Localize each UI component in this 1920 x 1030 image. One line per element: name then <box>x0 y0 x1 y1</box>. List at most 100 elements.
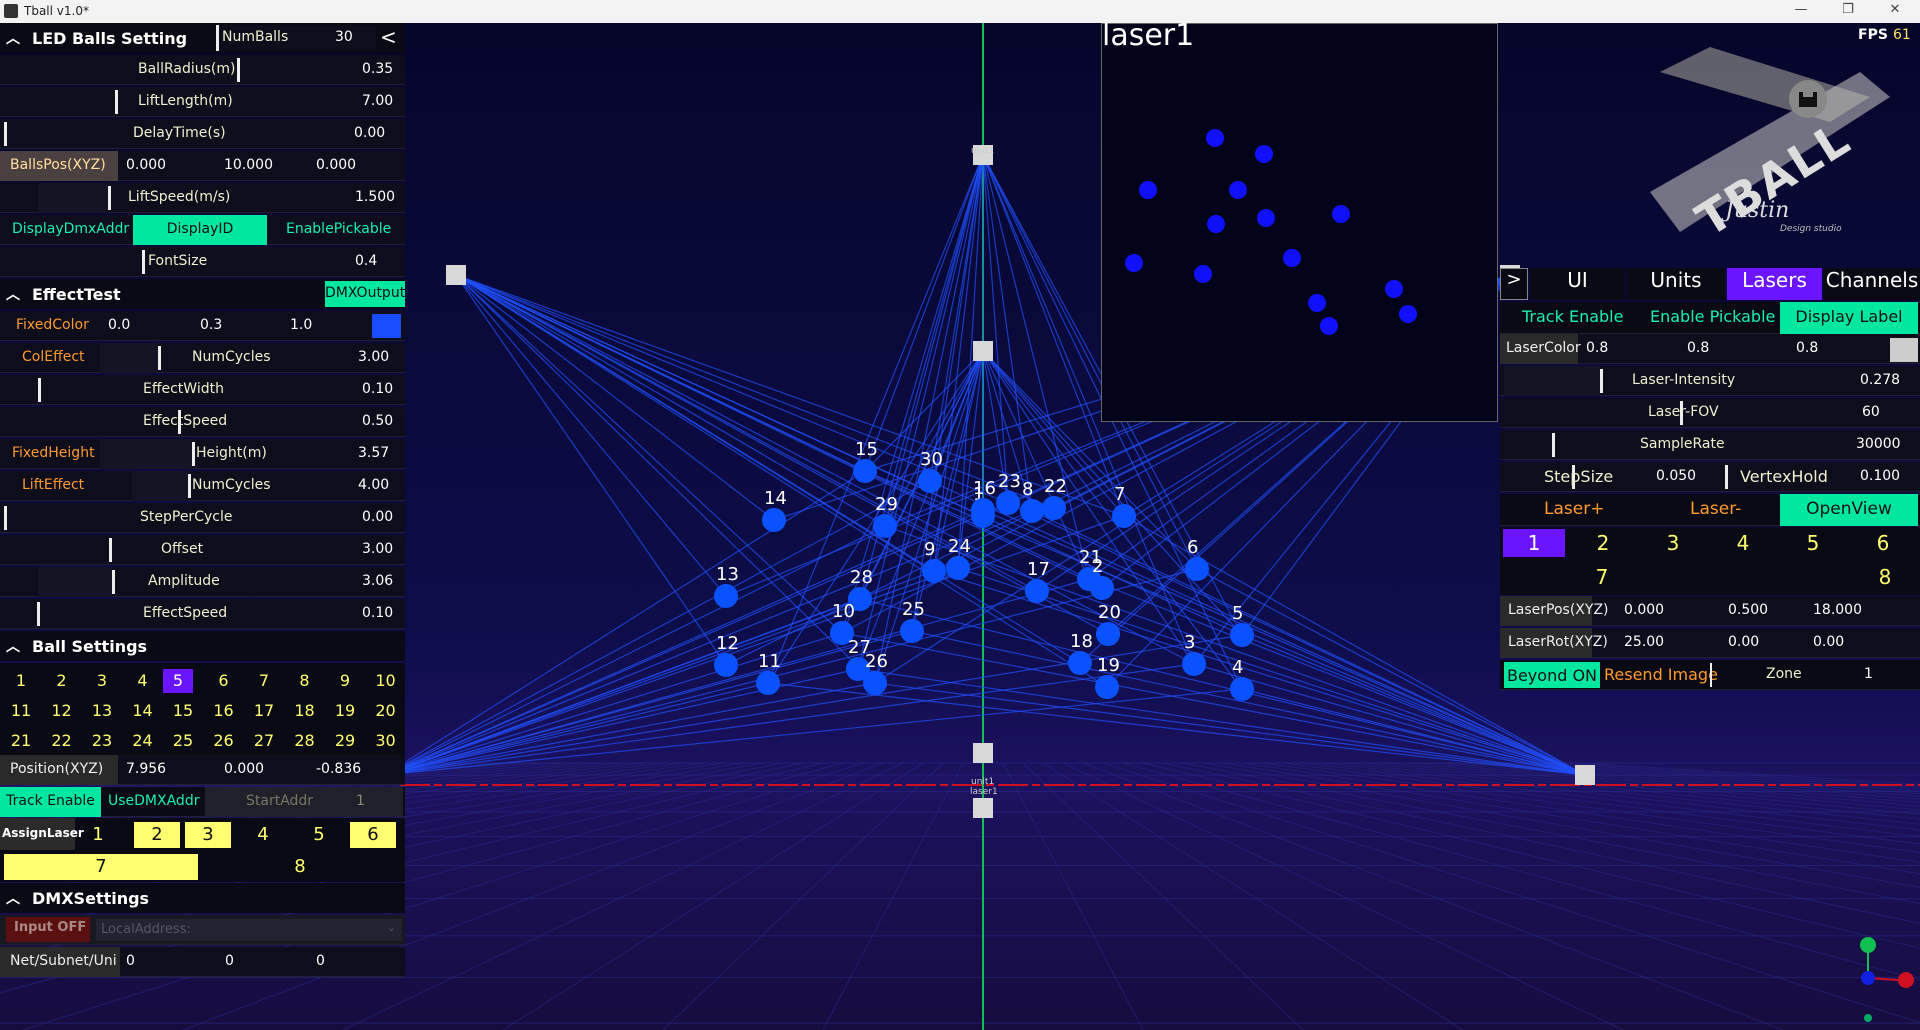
offset-value[interactable]: 3.00 <box>362 541 393 557</box>
track-enable-button[interactable]: Track Enable <box>0 787 101 817</box>
close-button[interactable]: ✕ <box>1872 2 1918 17</box>
ball-select-22[interactable]: 22 <box>44 729 80 753</box>
ball-select-21[interactable]: 21 <box>3 729 39 753</box>
ball-radius-row[interactable]: BallRadius(m) 0.35 <box>0 55 405 85</box>
laser-track-enable-button[interactable]: Track Enable <box>1522 307 1623 326</box>
amplitude-value[interactable]: 3.06 <box>362 573 393 589</box>
position-x[interactable]: 7.956 <box>126 761 166 777</box>
laser-intensity-row[interactable]: Laser-Intensity 0.278 <box>1500 366 1920 396</box>
slider-handle[interactable] <box>109 538 112 562</box>
position-row[interactable]: Position(XYZ) 7.956 0.000 -0.836 <box>0 755 405 785</box>
fixed-color-label[interactable]: FixedColor <box>16 317 89 333</box>
maximize-button[interactable]: ❐ <box>1825 2 1871 17</box>
laser-color-r[interactable]: 0.8 <box>1586 340 1608 356</box>
display-label-button[interactable]: Display Label <box>1780 302 1918 334</box>
local-address-dropdown[interactable]: LocalAddress: ⌄ <box>96 919 402 941</box>
numballs-field[interactable]: NumBalls 30 <box>216 25 376 51</box>
assign-laser-3[interactable]: 3 <box>185 822 231 848</box>
assign-laser-8[interactable]: 8 <box>200 854 400 880</box>
ball-select-26[interactable]: 26 <box>206 729 242 753</box>
balls-pos-x[interactable]: 0.000 <box>126 157 166 173</box>
effect-width-value[interactable]: 0.10 <box>362 381 393 397</box>
sample-rate-row[interactable]: SampleRate 30000 <box>1500 430 1920 460</box>
assign-laser-7[interactable]: 7 <box>4 854 198 880</box>
ball-select-5[interactable]: 5 <box>163 669 193 693</box>
laser-add-button[interactable]: Laser+ <box>1544 499 1604 519</box>
ball-select-4[interactable]: 4 <box>125 669 161 693</box>
effect-speed2-value[interactable]: 0.10 <box>362 605 393 621</box>
fixed-height-row[interactable]: FixedHeight Height(m) 3.57 <box>0 439 405 469</box>
assign-laser-1[interactable]: 1 <box>78 822 118 848</box>
ball-select-1[interactable]: 1 <box>3 669 39 693</box>
slider-handle[interactable] <box>112 570 115 594</box>
ball-select-24[interactable]: 24 <box>125 729 161 753</box>
step-per-cycle-value[interactable]: 0.00 <box>362 509 393 525</box>
tab-channels[interactable]: Channels <box>1824 268 1920 300</box>
net-value[interactable]: 0 <box>126 953 135 969</box>
ball-select-9[interactable]: 9 <box>327 669 363 693</box>
ball-select-19[interactable]: 19 <box>327 699 363 723</box>
use-dmx-addr-button[interactable]: UseDMXAddr <box>108 793 199 809</box>
open-view-button[interactable]: OpenView <box>1780 494 1918 526</box>
ball-select-28[interactable]: 28 <box>287 729 323 753</box>
slider-handle[interactable] <box>4 122 7 146</box>
effect-width-row[interactable]: EffectWidth 0.10 <box>0 375 405 405</box>
ball-select-27[interactable]: 27 <box>246 729 282 753</box>
laser-color-g[interactable]: 0.8 <box>1687 340 1709 356</box>
ball-select-8[interactable]: 8 <box>287 669 323 693</box>
laser-select-1[interactable]: 1 <box>1503 529 1565 557</box>
lift-speed-value[interactable]: 1.500 <box>355 189 395 205</box>
step-vertex-row[interactable]: StepSize 0.050 VertexHold 0.100 <box>1500 462 1920 492</box>
ball-select-25[interactable]: 25 <box>165 729 201 753</box>
ball-select-7[interactable]: 7 <box>246 669 282 693</box>
slider-handle[interactable] <box>192 442 195 466</box>
laser-preview-window[interactable]: laser1 <box>1101 18 1498 422</box>
slider-handle[interactable] <box>158 346 161 370</box>
ball-select-12[interactable]: 12 <box>44 699 80 723</box>
ball-select-10[interactable]: 10 <box>368 669 404 693</box>
ball-select-29[interactable]: 29 <box>327 729 363 753</box>
slider-handle[interactable] <box>4 506 7 530</box>
assign-laser-5[interactable]: 5 <box>296 822 342 848</box>
laser-color-swatch[interactable] <box>1890 338 1918 362</box>
laser-select-7[interactable]: 7 <box>1542 563 1662 591</box>
laser-intensity-value[interactable]: 0.278 <box>1860 372 1900 388</box>
slider-handle[interactable] <box>1725 465 1728 489</box>
ball-select-17[interactable]: 17 <box>246 699 282 723</box>
display-id-button[interactable]: DisplayID <box>133 215 267 245</box>
subnet-value[interactable]: 0 <box>225 953 234 969</box>
slider-handle[interactable] <box>37 602 40 626</box>
start-addr-value[interactable]: 1 <box>356 793 365 809</box>
offset-row[interactable]: Offset 3.00 <box>0 535 405 565</box>
fixed-height-toggle[interactable]: FixedHeight <box>12 445 95 461</box>
tab-units[interactable]: Units <box>1627 268 1725 300</box>
position-y[interactable]: 0.000 <box>224 761 264 777</box>
laser-fov-value[interactable]: 60 <box>1862 404 1880 420</box>
laser-pos-z[interactable]: 18.000 <box>1813 602 1862 618</box>
collapse-chevron-icon[interactable]: ︿ <box>6 28 20 48</box>
amplitude-row[interactable]: Amplitude 3.06 <box>0 567 405 597</box>
laser-pos-row[interactable]: LaserPos(XYZ) 0.000 0.500 18.000 <box>1500 596 1920 626</box>
position-z[interactable]: -0.836 <box>316 761 361 777</box>
ball-select-18[interactable]: 18 <box>287 699 323 723</box>
laser-select-6[interactable]: 6 <box>1853 529 1913 557</box>
assign-laser-2[interactable]: 2 <box>134 822 180 848</box>
delay-time-value[interactable]: 0.00 <box>354 125 385 141</box>
beyond-on-button[interactable]: Beyond ON <box>1504 662 1600 688</box>
tab-scroll-arrow[interactable]: > <box>1500 268 1528 300</box>
ball-select-30[interactable]: 30 <box>368 729 404 753</box>
laser-select-8[interactable]: 8 <box>1825 563 1920 591</box>
ball-select-14[interactable]: 14 <box>125 699 161 723</box>
laser-rot-y[interactable]: 0.00 <box>1728 634 1759 650</box>
lift-length-value[interactable]: 7.00 <box>362 93 393 109</box>
col-effect-value[interactable]: 3.00 <box>358 349 389 365</box>
ball-settings-header[interactable]: ︿ Ball Settings <box>0 631 405 661</box>
ball-select-6[interactable]: 6 <box>206 669 242 693</box>
display-dmx-addr-button[interactable]: DisplayDmxAddr <box>12 221 129 237</box>
slider-handle[interactable] <box>1552 433 1555 457</box>
ball-select-16[interactable]: 16 <box>206 699 242 723</box>
laser-pos-y[interactable]: 0.500 <box>1728 602 1768 618</box>
numballs-value[interactable]: 30 <box>335 29 353 45</box>
laser-pos-x[interactable]: 0.000 <box>1624 602 1664 618</box>
laser-rot-x[interactable]: 25.00 <box>1624 634 1664 650</box>
